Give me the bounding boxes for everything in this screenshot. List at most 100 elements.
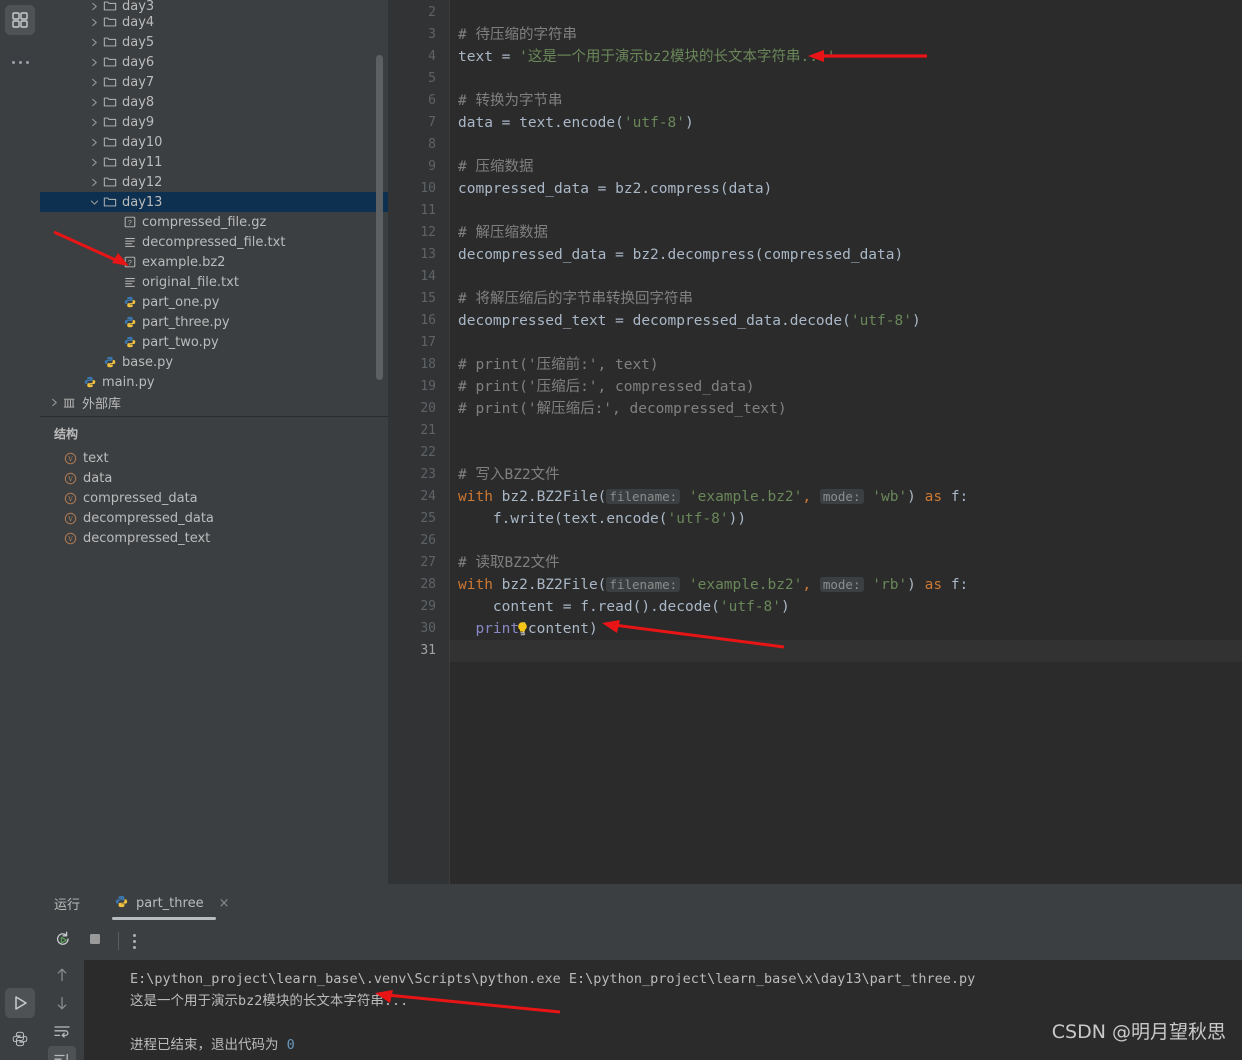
chevron-right-icon[interactable]: [88, 56, 101, 69]
tree-item-day6[interactable]: day6: [40, 52, 388, 72]
python-console-icon[interactable]: [5, 1024, 35, 1054]
tree-item-part_three.py[interactable]: part_three.py: [40, 312, 388, 332]
chevron-right-icon[interactable]: [88, 76, 101, 89]
structure-list[interactable]: Vtext Vdata Vcompressed_data Vdecompressed_…: [40, 448, 388, 548]
unknown-icon: ?: [121, 255, 138, 269]
code-line[interactable]: [450, 68, 1242, 90]
tree-item-part_two.py[interactable]: part_two.py: [40, 332, 388, 352]
code-editor[interactable]: 2 3 4 5 6 7 8 9 10 11 12 13 14 15 16 17 18 19 20 21 22 23 24 25…: [388, 0, 1242, 884]
chevron-down-icon[interactable]: [88, 196, 101, 209]
code-line[interactable]: compressed_data = bz2.compress(data): [450, 178, 1242, 200]
code-token: # 压缩数据: [458, 159, 534, 175]
chevron-right-icon[interactable]: [88, 136, 101, 149]
console-command-line: E:\python_project\learn_base\.venv\Scrip…: [130, 971, 976, 987]
arrow-up-icon[interactable]: [48, 962, 76, 988]
code-line[interactable]: # 写入BZ2文件: [450, 464, 1242, 486]
code-line[interactable]: # print('解压缩后:', decompressed_text): [450, 398, 1242, 420]
svg-text:V: V: [68, 455, 73, 463]
vertical-dots-icon[interactable]: [133, 933, 136, 949]
rerun-icon[interactable]: [54, 930, 72, 952]
code-line[interactable]: # 转换为字节串: [450, 90, 1242, 112]
code-line[interactable]: [450, 266, 1242, 288]
tree-item-decompressed_file.txt[interactable]: decompressed_file.txt: [40, 232, 388, 252]
structure-item-data[interactable]: Vdata: [40, 468, 388, 488]
run-icon[interactable]: [5, 988, 35, 1018]
code-line[interactable]: # 压缩数据: [450, 156, 1242, 178]
chevron-right-icon[interactable]: [88, 0, 101, 13]
code-line[interactable]: # 将解压缩后的字节串转换回字符串: [450, 288, 1242, 310]
code-line[interactable]: with bz2.BZ2File(filename: 'example.bz2'…: [450, 574, 1242, 596]
code-line[interactable]: [450, 442, 1242, 464]
stop-icon[interactable]: [86, 930, 104, 952]
code-content[interactable]: # 待压缩的字符串 text = '这是一个用于演示bz2模块的长文本字符串...…: [450, 0, 1242, 884]
chevron-right-icon[interactable]: [88, 176, 101, 189]
run-tab-part-three[interactable]: part_three ×: [108, 884, 235, 922]
tree-item-day8[interactable]: day8: [40, 92, 388, 112]
tree-item-label: 外部库: [82, 396, 122, 412]
code-line[interactable]: # 待压缩的字符串: [450, 24, 1242, 46]
activity-rail-bottom: [0, 983, 40, 1054]
tree-item-part_one.py[interactable]: part_one.py: [40, 292, 388, 312]
close-icon[interactable]: ×: [219, 896, 230, 911]
code-token: f:: [942, 577, 969, 593]
code-line[interactable]: # 读取BZ2文件: [450, 552, 1242, 574]
structure-item-label: data: [83, 470, 113, 486]
line-number-gutter[interactable]: 2 3 4 5 6 7 8 9 10 11 12 13 14 15 16 17 18 19 20 21 22 23 24 25…: [388, 0, 450, 884]
arrow-down-icon[interactable]: [48, 990, 76, 1016]
toolbar-divider: [118, 932, 119, 950]
code-line[interactable]: # print('压缩后:', compressed_data): [450, 376, 1242, 398]
tree-item-day3[interactable]: day3: [40, 0, 388, 14]
chevron-right-icon[interactable]: [88, 16, 101, 29]
project-tree-scrollbar[interactable]: [376, 55, 383, 380]
code-line[interactable]: content = f.read().decode('utf-8'): [450, 596, 1242, 618]
tree-item-day4[interactable]: day4: [40, 12, 388, 32]
code-line[interactable]: print(content): [450, 618, 1242, 640]
tree-item-original_file.txt[interactable]: original_file.txt: [40, 272, 388, 292]
code-line[interactable]: [450, 530, 1242, 552]
tree-item-day12[interactable]: day12: [40, 172, 388, 192]
tree-item-main.py[interactable]: main.py: [40, 372, 388, 392]
structure-item-decompressed_text[interactable]: Vdecompressed_text: [40, 528, 388, 548]
tree-item-example.bz2[interactable]: ? example.bz2: [40, 252, 388, 272]
chevron-right-icon[interactable]: [88, 96, 101, 109]
tree-item-外部库[interactable]: 外部库: [40, 392, 388, 412]
code-line[interactable]: [450, 640, 1242, 662]
more-icon[interactable]: [0, 49, 40, 75]
code-line[interactable]: [450, 134, 1242, 156]
variable-icon: V: [62, 452, 79, 465]
project-icon[interactable]: [5, 5, 35, 35]
tree-item-day13[interactable]: day13: [40, 192, 388, 212]
scroll-to-end-icon[interactable]: [48, 1046, 76, 1060]
code-line[interactable]: decompressed_data = bz2.decompress(compr…: [450, 244, 1242, 266]
structure-item-text[interactable]: Vtext: [40, 448, 388, 468]
tree-no-chevron: [108, 216, 121, 229]
code-line[interactable]: # 解压缩数据: [450, 222, 1242, 244]
tree-item-base.py[interactable]: base.py: [40, 352, 388, 372]
soft-wrap-icon[interactable]: [48, 1018, 76, 1044]
code-line[interactable]: [450, 200, 1242, 222]
tree-item-compressed_file.gz[interactable]: ? compressed_file.gz: [40, 212, 388, 232]
code-line[interactable]: decompressed_text = decompressed_data.de…: [450, 310, 1242, 332]
code-line[interactable]: [450, 332, 1242, 354]
structure-item-decompressed_data[interactable]: Vdecompressed_data: [40, 508, 388, 528]
code-line[interactable]: [450, 420, 1242, 442]
chevron-right-icon[interactable]: [88, 156, 101, 169]
code-line[interactable]: f.write(text.encode('utf-8')): [450, 508, 1242, 530]
chevron-right-icon[interactable]: [88, 116, 101, 129]
tree-item-day10[interactable]: day10: [40, 132, 388, 152]
tree-item-day7[interactable]: day7: [40, 72, 388, 92]
code-line[interactable]: data = text.encode('utf-8'): [450, 112, 1242, 134]
chevron-right-icon[interactable]: [88, 36, 101, 49]
tree-item-day5[interactable]: day5: [40, 32, 388, 52]
chevron-right-icon[interactable]: [48, 396, 61, 409]
tree-item-day11[interactable]: day11: [40, 152, 388, 172]
project-tree[interactable]: day3 day4 day5 day6 day7 day8 day9 day10 day11 da…: [40, 0, 388, 412]
code-line[interactable]: with bz2.BZ2File(filename: 'example.bz2'…: [450, 486, 1242, 508]
tree-item-label: day11: [122, 154, 163, 170]
code-line[interactable]: text = '这是一个用于演示bz2模块的长文本字符串...': [450, 46, 1242, 68]
console-output[interactable]: E:\python_project\learn_base\.venv\Scrip…: [84, 960, 1242, 1060]
code-line[interactable]: [450, 2, 1242, 24]
code-line[interactable]: # print('压缩前:', text): [450, 354, 1242, 376]
tree-item-day9[interactable]: day9: [40, 112, 388, 132]
structure-item-compressed_data[interactable]: Vcompressed_data: [40, 488, 388, 508]
